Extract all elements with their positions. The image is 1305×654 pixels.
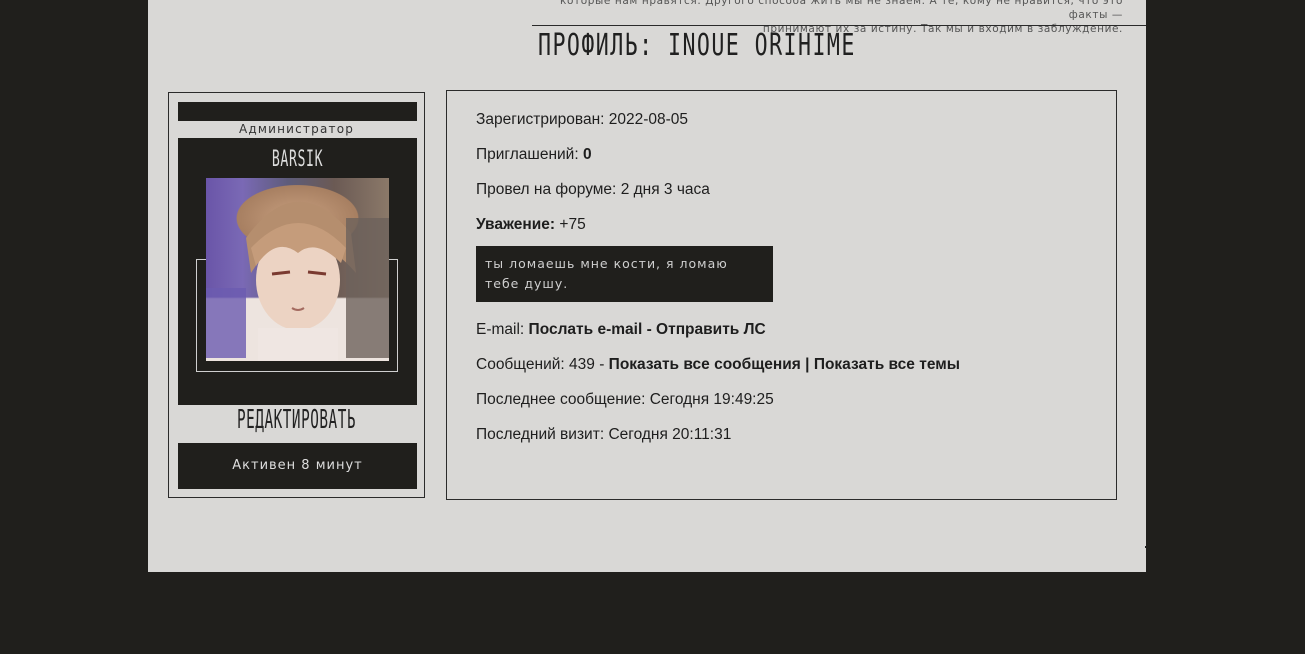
last-visit-label: Последний визит:: [476, 426, 605, 443]
time-row: Провел на форуме: 2 дня 3 часа: [476, 181, 710, 199]
page-title: ПРОФИЛЬ: INOUE ORIHIME: [538, 28, 856, 63]
last-post-value: Сегодня 19:49:25: [649, 391, 774, 408]
quote-line-1: которые нам нравятся. Другого способа жи…: [560, 0, 1123, 21]
respect-value: +75: [559, 216, 586, 233]
last-post-row: Последнее сообщение: Сегодня 19:49:25: [476, 391, 774, 409]
all-topics-link[interactable]: Показать все темы: [814, 356, 960, 373]
time-value: 2 дня 3 часа: [620, 181, 710, 198]
registered-value: 2022-08-05: [608, 111, 689, 128]
time-label: Провел на форуме:: [476, 181, 617, 198]
registered-row: Зарегистрирован: 2022-08-05: [476, 111, 688, 129]
posts-label: Сообщений:: [476, 356, 565, 373]
links-separator: |: [800, 356, 814, 373]
send-pm-link[interactable]: Отправить ЛС: [656, 321, 766, 338]
invites-label: Приглашений:: [476, 146, 579, 163]
posts-separator: -: [594, 356, 609, 373]
header-divider: [532, 25, 1146, 26]
avatar: [206, 178, 389, 361]
registered-label: Зарегистрирован:: [476, 111, 605, 128]
respect-label: Уважение:: [476, 216, 556, 233]
posts-row: Сообщений: 439 - Показать все сообщения …: [476, 356, 960, 374]
profile-info: Зарегистрирован: 2022-08-05 Приглашений:…: [446, 90, 1117, 500]
activity-status: Активен 8 минут: [178, 443, 417, 489]
user-group: Администратор: [238, 122, 355, 136]
last-visit-row: Последний визит: Сегодня 20:11:31: [476, 426, 731, 444]
profile-page: которые нам нравятся. Другого способа жи…: [148, 0, 1147, 572]
group-bar: [178, 102, 417, 121]
avatar-illustration: [206, 201, 389, 361]
edit-profile-link[interactable]: РЕДАКТИРОВАТЬ: [226, 405, 366, 435]
avatar-container: BARSIK: [178, 138, 417, 405]
email-label: E-mail:: [476, 321, 525, 338]
posts-value: 439: [569, 356, 595, 373]
last-post-label: Последнее сообщение:: [476, 391, 646, 408]
invites-row: Приглашений: 0: [476, 146, 592, 164]
invites-value: 0: [582, 146, 592, 163]
send-email-link[interactable]: Послать e-mail: [529, 321, 643, 338]
profile-sidebar: Администратор BARSIK РЕДАКТИРОВАТЬ Актив…: [168, 92, 425, 498]
all-posts-link[interactable]: Показать все сообщения: [609, 356, 801, 373]
last-visit-value: Сегодня 20:11:31: [608, 426, 732, 443]
user-nickname: BARSIK: [271, 147, 324, 172]
email-separator: -: [642, 321, 657, 338]
corner-dot: [1145, 546, 1147, 548]
email-row: E-mail: Послать e-mail - Отправить ЛС: [476, 321, 766, 339]
respect-row: Уважение: +75: [476, 216, 586, 234]
user-status-quote: ты ломаешь мне кости, я ломаю тебе душу.: [476, 246, 773, 302]
